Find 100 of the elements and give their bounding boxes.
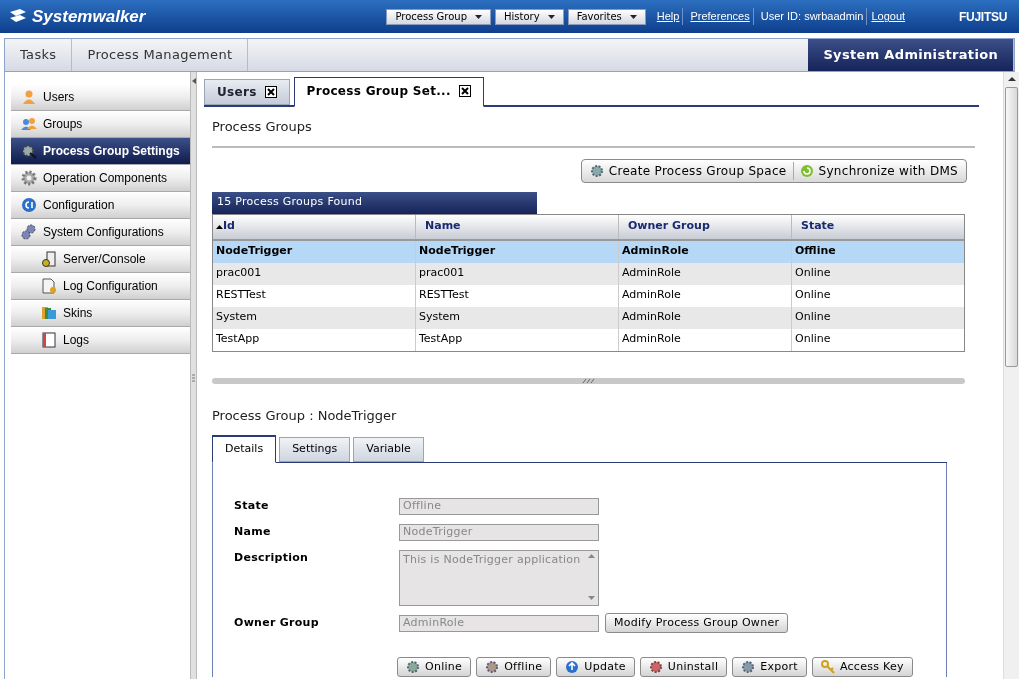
resize-bar[interactable]: [212, 377, 965, 384]
upload-icon: [565, 660, 580, 674]
table-cell: NodeTrigger: [416, 240, 619, 263]
section-title: Process Groups: [212, 117, 975, 148]
sidebar-item[interactable]: Operation Components: [11, 165, 190, 192]
close-icon: [458, 85, 471, 97]
table-cell-text: Online: [794, 331, 832, 348]
menu-dropdown[interactable]: Process Group: [386, 8, 492, 25]
input-field: AdminRole: [399, 615, 599, 632]
action-button[interactable]: Access Key: [811, 657, 913, 677]
table-row[interactable]: System System AdminRole Online: [213, 306, 964, 329]
detail-title: Process Group : NodeTrigger: [212, 406, 398, 425]
column-header[interactable]: Owner Group: [619, 214, 792, 239]
table-cell: TestApp: [416, 328, 619, 351]
table-cell: System: [213, 306, 416, 329]
field-label: Owner Group: [234, 615, 320, 631]
sidebar-item-icon: [41, 251, 57, 267]
app-logo: Systemwalker: [32, 5, 146, 28]
splitter[interactable]: [190, 72, 197, 679]
sidebar-item[interactable]: Log Configuration: [11, 273, 190, 300]
table-row[interactable]: NodeTrigger NodeTrigger AdminRole Offline: [213, 240, 964, 263]
table-cell: AdminRole: [619, 262, 792, 285]
table-cell: prac001: [416, 262, 619, 285]
nav-tab[interactable]: Process Management: [72, 39, 249, 71]
action-button[interactable]: Export: [732, 657, 807, 677]
sidebar-item-icon: [21, 89, 37, 105]
tab[interactable]: Process Group Set...: [293, 77, 484, 107]
table-cell-text: Online: [794, 265, 832, 282]
table-cell: prac001: [213, 262, 416, 285]
key-icon: [820, 660, 835, 674]
tab[interactable]: Users: [204, 79, 290, 105]
header-link[interactable]: Preferences: [687, 8, 754, 25]
table-cell: TestApp: [213, 328, 416, 351]
gear-icon: [485, 660, 500, 674]
gear-icon: [648, 660, 663, 674]
table-row[interactable]: prac001 prac001 AdminRole Online: [213, 262, 964, 285]
table-cell-text: Offline: [794, 243, 837, 260]
table-cell-text: Online: [794, 287, 832, 304]
sidebar-item[interactable]: Logs: [11, 327, 190, 354]
text-area: This is NodeTrigger application: [399, 550, 599, 606]
scrollbar-arrows-icon: [588, 551, 595, 603]
input-field: NodeTrigger: [399, 524, 599, 541]
table-caption: 15 Process Groups Found: [212, 191, 537, 214]
sidebar-item-icon: [41, 278, 57, 294]
menu-dropdown[interactable]: History: [495, 8, 564, 25]
table-cell: AdminRole: [619, 306, 792, 329]
menu-dropdown[interactable]: Favorites: [567, 8, 646, 25]
column-header[interactable]: Id: [213, 214, 416, 239]
detail-tab[interactable]: Details: [212, 435, 277, 463]
action-button[interactable]: Offline: [476, 657, 552, 677]
refresh-icon: [799, 163, 814, 178]
sidebar-item[interactable]: Server/Console: [11, 246, 190, 273]
action-button[interactable]: Update: [556, 657, 635, 677]
table-cell: AdminRole: [619, 284, 792, 307]
sidebar-item[interactable]: Process Group Settings: [11, 138, 190, 165]
sidebar-item[interactable]: Skins: [11, 300, 190, 327]
action-button[interactable]: Uninstall: [639, 657, 728, 677]
sidebar-item[interactable]: System Configurations: [11, 219, 190, 246]
table-cell: NodeTrigger: [213, 240, 416, 263]
sidebar-item[interactable]: Groups: [11, 111, 190, 138]
table-cell: System: [416, 306, 619, 329]
gear-icon: [406, 660, 420, 674]
column-header[interactable]: Name: [416, 214, 619, 239]
collapse-arrow-icon: [191, 78, 196, 84]
table-cell: AdminRole: [619, 240, 792, 263]
column-header[interactable]: State: [792, 214, 964, 239]
logout-link[interactable]: Logout: [871, 8, 906, 25]
table-cell: AdminRole: [619, 328, 792, 351]
toolbar-button[interactable]: Synchronize with DMS: [792, 161, 958, 180]
caret-icon: [547, 14, 555, 19]
detail-tab[interactable]: Settings: [279, 437, 351, 462]
grip-icon: [581, 378, 596, 383]
action-button[interactable]: Online: [397, 657, 472, 677]
sidebar-item-icon: [21, 197, 37, 213]
table-cell: RESTTest: [416, 284, 619, 307]
sidebar-item-icon: [21, 170, 37, 186]
header-link[interactable]: Help: [653, 8, 684, 25]
nav-tab[interactable]: Tasks: [5, 39, 73, 71]
caret-icon: [629, 14, 637, 19]
sidebar-item-icon: [21, 143, 37, 159]
toolbar-button[interactable]: Create Process Group Space: [589, 161, 787, 180]
field-label: Description: [234, 550, 310, 566]
brand-logo: FUJITSU: [959, 8, 1007, 26]
close-icon: [264, 86, 277, 98]
vertical-scrollbar[interactable]: [1003, 72, 1019, 679]
sidebar-item[interactable]: Users: [11, 84, 190, 111]
scroll-thumb[interactable]: [1005, 87, 1018, 367]
caret-icon: [475, 14, 483, 19]
table-cell-text: Online: [794, 309, 832, 326]
field-label: Name: [234, 524, 272, 540]
detail-tab[interactable]: Variable: [353, 437, 424, 462]
gear-icon: [589, 163, 604, 178]
field-label: State: [234, 498, 270, 514]
sidebar-item[interactable]: Configuration: [11, 192, 190, 219]
user-id-text: User ID: swrbaadmin: [757, 8, 868, 25]
sidebar-item-icon: [41, 332, 57, 348]
input-field: Offline: [399, 498, 599, 515]
table-cell: RESTTest: [213, 284, 416, 307]
sidebar-item-icon: [21, 224, 37, 240]
nav-tab[interactable]: System Administration: [808, 39, 1014, 71]
